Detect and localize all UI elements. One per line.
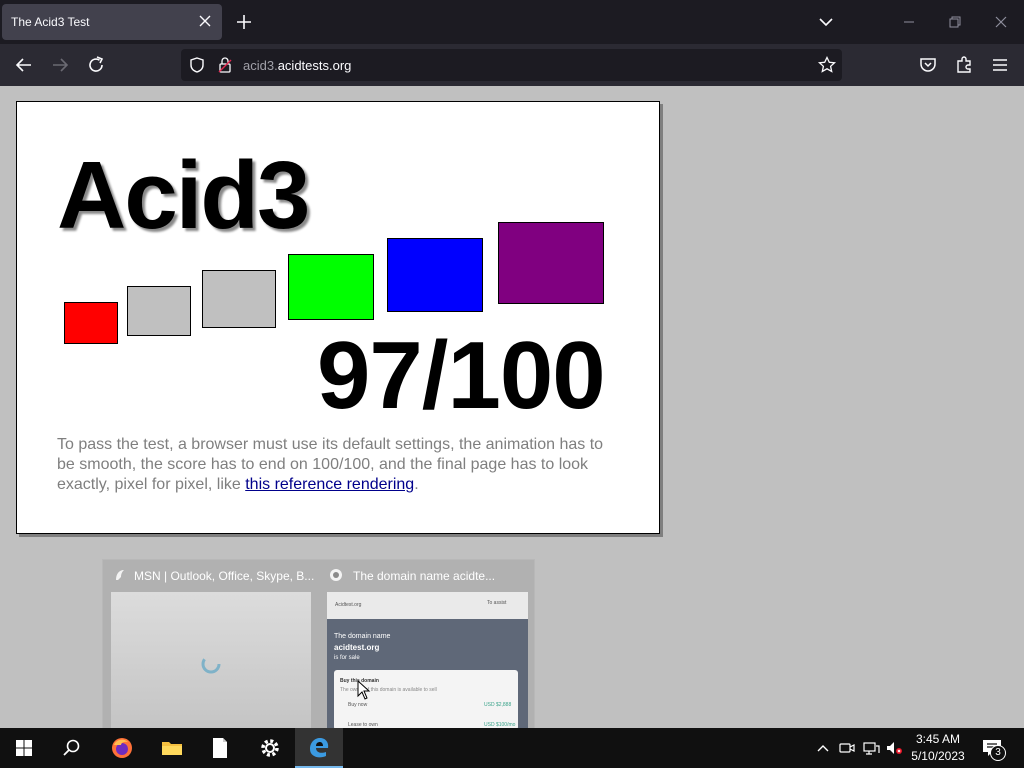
taskbar-notepad[interactable] [196,728,244,768]
preview-thumbnail: Acidtest.org To assist The domain name a… [327,592,528,730]
instructions-text: To pass the test, a browser must use its… [57,435,617,495]
test-bucket-1 [64,302,118,344]
taskbar-file-explorer[interactable] [148,728,196,768]
thumb-card-line: The owner of this domain is available to… [340,687,437,693]
edge-icon [310,738,329,758]
acid3-heading: Acid3 [57,142,310,249]
acid3-test-box: Acid3 97/100 To pass the test, a browser… [16,101,660,534]
tracking-protection-shield-icon[interactable] [187,55,207,75]
document-icon [213,738,227,758]
thumb-header-left: Acidtest.org [335,602,362,608]
notification-count-badge: 3 [990,745,1006,761]
tab-title: The Acid3 Test [11,15,90,29]
insecure-lock-icon[interactable] [215,55,235,75]
clock-time: 3:45 AM [915,732,961,746]
menu-icon[interactable] [988,53,1012,77]
restore-icon[interactable] [943,10,967,34]
folder-icon [162,742,182,755]
test-bucket-5 [387,238,483,312]
windows-logo-icon [16,740,32,756]
url-domain: acidtests.org [277,58,352,73]
minimize-icon[interactable] [897,10,921,34]
thumb-header: Acidtest.org To assist [327,592,528,619]
network-icon[interactable] [861,738,881,758]
url-bar[interactable]: acid3.acidtests.org [181,49,842,81]
new-tab-icon[interactable] [234,12,254,32]
system-clock[interactable]: 3:45 AM 5/10/2023 [905,731,971,765]
test-bucket-6 [498,222,604,304]
mouse-cursor-icon [357,680,371,700]
firefox-tab-icon [330,569,342,581]
reload-icon[interactable] [84,53,108,77]
pocket-icon[interactable] [916,53,940,77]
thumb-line-1: The domain name [334,633,391,640]
test-bucket-4 [288,254,374,320]
preview-window-acidtest[interactable]: The domain name acidte... Acidtest.org T… [103,560,536,730]
start-button[interactable] [0,728,48,768]
extensions-icon[interactable] [952,53,976,77]
instructions-end: . [414,476,419,493]
url-subdomain: acid3. [243,58,278,73]
tab-acid3[interactable]: The Acid3 Test [2,4,222,40]
windows-taskbar: 3:45 AM 5/10/2023 3 [0,728,1024,768]
list-all-tabs-icon[interactable] [816,12,836,32]
taskbar-thumbnail-preview: MSN | Outlook, Office, Skype, B... The d… [102,559,536,730]
volume-muted-icon[interactable] [884,738,904,758]
tab-strip: The Acid3 Test [0,0,1024,44]
close-window-icon[interactable] [989,10,1013,34]
clock-date: 5/10/2023 [911,749,965,763]
reference-rendering-link[interactable]: this reference rendering [245,476,414,493]
url-text[interactable]: acid3.acidtests.org [243,58,351,73]
thumb-line-3: is for sale [334,655,360,661]
meet-now-icon[interactable] [837,738,857,758]
taskbar-edge-legacy[interactable] [295,728,343,768]
thumb-header-right: To assist [487,600,507,606]
test-score: 97/100 [317,322,606,429]
taskbar-settings[interactable] [246,728,294,768]
nav-toolbar: acid3.acidtests.org [0,44,1024,86]
bookmark-star-icon[interactable] [817,55,837,75]
preview-title: The domain name acidte... [353,569,496,583]
search-icon [63,739,80,756]
firefox-icon [112,738,132,758]
search-button[interactable] [48,728,96,768]
test-bucket-3 [202,270,276,328]
thumb-line-2: acidtest.org [334,643,380,652]
close-tab-icon[interactable] [196,12,214,30]
show-hidden-icons-chevron-icon[interactable] [813,738,833,758]
gear-icon [261,739,279,757]
taskbar-firefox[interactable] [98,728,146,768]
thumb-buy-card: Buy this domain The owner of this domain… [334,670,518,730]
thumb-option-1-price: USD $2,888 [484,702,512,708]
back-icon[interactable] [12,53,36,77]
forward-icon[interactable] [48,53,72,77]
test-bucket-2 [127,286,191,336]
thumb-option-1: Buy now [348,702,368,708]
